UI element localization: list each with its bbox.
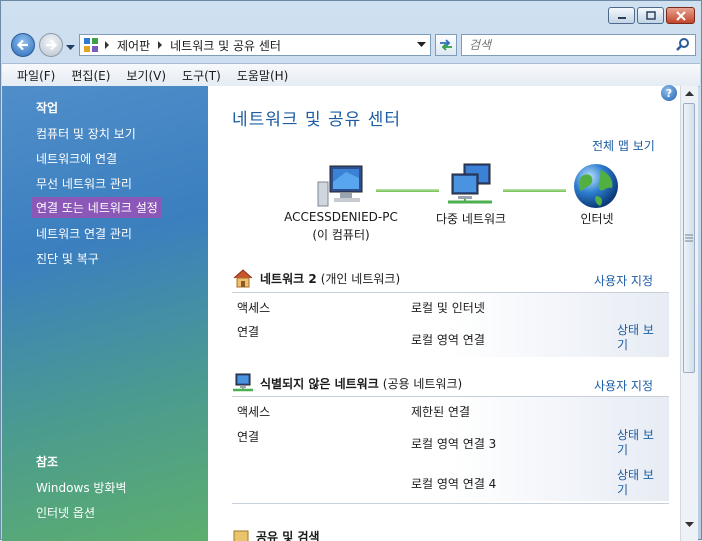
- menu-file[interactable]: 파일(F): [2, 67, 63, 84]
- vertical-scrollbar[interactable]: [680, 86, 698, 541]
- back-button[interactable]: [11, 33, 35, 57]
- recent-pages-button[interactable]: [66, 40, 75, 54]
- task-setup-connection[interactable]: 연결 또는 네트워크 설정: [32, 197, 162, 218]
- breadcrumb-separator-icon: [101, 40, 113, 50]
- menu-edit[interactable]: 편집(E): [63, 67, 118, 84]
- scroll-down-arrow-icon[interactable]: [682, 519, 697, 531]
- network-2-name: 식별되지 않은 네트워크: [260, 375, 379, 392]
- sharing-icon: [232, 527, 250, 541]
- maximize-button[interactable]: [637, 7, 664, 24]
- connection-name: 로컬 영역 연결 3: [411, 435, 496, 452]
- forward-arrow-icon: [44, 39, 58, 51]
- task-manage-wireless[interactable]: 무선 네트워크 관리: [36, 174, 132, 193]
- control-panel-icon: [83, 37, 101, 53]
- connection-name: 로컬 영역 연결: [411, 331, 485, 348]
- address-bar[interactable]: 제어판 네트워크 및 공유 센터: [79, 34, 431, 56]
- access-value: 로컬 및 인터넷: [411, 299, 485, 316]
- computer-node-label: ACCESSDENIED-PC (이 컴퓨터): [276, 210, 406, 243]
- breadcrumb-separator-icon: [154, 40, 166, 50]
- chevron-down-icon: [417, 42, 426, 48]
- connection-label: 연결: [237, 428, 259, 445]
- task-pane: 작업 컴퓨터 및 장치 보기 네트워크에 연결 무선 네트워크 관리 연결 또는…: [2, 86, 208, 541]
- view-status-link[interactable]: 상태 보기: [617, 428, 659, 458]
- search-icon[interactable]: [675, 37, 691, 53]
- address-dropdown-button[interactable]: [412, 35, 430, 55]
- menu-tools[interactable]: 도구(T): [174, 67, 229, 84]
- menu-view[interactable]: 보기(V): [118, 67, 174, 84]
- network-1-customize-link[interactable]: 사용자 지정: [594, 272, 653, 289]
- network-1-name: 네트워크 2: [260, 270, 317, 287]
- back-arrow-icon: [16, 39, 30, 51]
- window: 제어판 네트워크 및 공유 센터 파일(F) 편집(E) 보기(V) 도구(T): [0, 0, 702, 540]
- search-box: [461, 34, 696, 56]
- task-view-computers[interactable]: 컴퓨터 및 장치 보기: [36, 124, 136, 143]
- task-manage-connections[interactable]: 네트워크 연결 관리: [36, 224, 132, 243]
- network-1-heading: 네트워크 2 (개인 네트워크): [232, 267, 400, 289]
- view-status-link[interactable]: 상태 보기: [617, 323, 659, 353]
- maximize-icon: [646, 11, 656, 20]
- connection-label: 연결: [237, 323, 259, 340]
- multiple-networks-label: 다중 네트워크: [421, 210, 521, 227]
- connection-line: [503, 189, 566, 192]
- search-input[interactable]: [467, 37, 675, 53]
- internet-node-icon[interactable]: [572, 162, 620, 213]
- grip-icon: [684, 234, 694, 242]
- sharing-section-heading: 공유 및 검색: [232, 527, 324, 541]
- network-2-customize-link[interactable]: 사용자 지정: [594, 377, 653, 394]
- chevron-down-icon: [66, 45, 75, 51]
- task-connect-network[interactable]: 네트워크에 연결: [36, 149, 117, 168]
- connection-line: [376, 189, 439, 192]
- close-button[interactable]: [666, 7, 695, 24]
- refresh-button[interactable]: [435, 34, 457, 56]
- view-status-link[interactable]: 상태 보기: [617, 468, 659, 498]
- link-internet-options[interactable]: 인터넷 옵션: [36, 503, 95, 522]
- caption-buttons: [608, 7, 695, 24]
- task-diagnose-repair[interactable]: 진단 및 복구: [36, 249, 99, 268]
- menu-help[interactable]: 도움말(H): [229, 67, 297, 84]
- forward-button[interactable]: [39, 33, 63, 57]
- computer-icon: [316, 160, 366, 208]
- minimize-button[interactable]: [608, 7, 635, 24]
- navigation-bar: 제어판 네트워크 및 공유 센터: [9, 31, 697, 59]
- computer-node-icon[interactable]: [316, 160, 366, 211]
- content-pane: 네트워크 및 공유 센터 전체 맵 보기: [208, 86, 680, 541]
- internet-label: 인터넷: [567, 210, 627, 227]
- sharing-section-title: 공유 및 검색: [256, 528, 320, 541]
- breadcrumb: 제어판 네트워크 및 공유 센터: [101, 37, 285, 54]
- network-1-details: 액세스 로컬 및 인터넷 연결 로컬 영역 연결 상태 보기: [232, 292, 669, 357]
- access-label: 액세스: [237, 403, 270, 420]
- help-button[interactable]: ?: [661, 85, 677, 101]
- multiple-networks-icon: [446, 162, 496, 206]
- network-2-type: (공용 네트워크): [383, 375, 462, 392]
- breadcrumb-item-control-panel[interactable]: 제어판: [117, 37, 150, 54]
- section-divider: [232, 503, 669, 504]
- connection-name: 로컬 영역 연결 4: [411, 475, 496, 492]
- scrollbar-thumb[interactable]: [683, 103, 695, 373]
- home-network-icon: [232, 267, 254, 289]
- minimize-icon: [617, 12, 627, 20]
- scroll-up-arrow-icon[interactable]: [682, 88, 697, 100]
- view-full-map-link[interactable]: 전체 맵 보기: [592, 137, 655, 154]
- access-label: 액세스: [237, 299, 270, 316]
- menu-bar: 파일(F) 편집(E) 보기(V) 도구(T) 도움말(H): [2, 63, 700, 87]
- globe-icon: [572, 162, 620, 210]
- link-windows-firewall[interactable]: Windows 방화벽: [36, 478, 127, 497]
- network-2-heading: 식별되지 않은 네트워크 (공용 네트워크): [232, 372, 462, 394]
- public-network-icon: [232, 372, 254, 394]
- computer-name: ACCESSDENIED-PC: [276, 210, 406, 224]
- network-1-type: (개인 네트워크): [321, 270, 400, 287]
- network-2-details: 액세스 제한된 연결 연결 로컬 영역 연결 3 상태 보기 로컬 영역 연결 …: [232, 396, 669, 501]
- access-value: 제한된 연결: [411, 403, 470, 420]
- tasks-heading: 작업: [36, 99, 58, 116]
- close-icon: [676, 11, 686, 21]
- page-title: 네트워크 및 공유 센터: [232, 105, 401, 130]
- computer-sublabel: (이 컴퓨터): [276, 226, 406, 243]
- breadcrumb-item-network-center[interactable]: 네트워크 및 공유 센터: [170, 37, 281, 54]
- multiple-networks-node-icon[interactable]: [446, 162, 496, 209]
- refresh-icon: [438, 38, 454, 52]
- see-also-heading: 참조: [36, 453, 58, 470]
